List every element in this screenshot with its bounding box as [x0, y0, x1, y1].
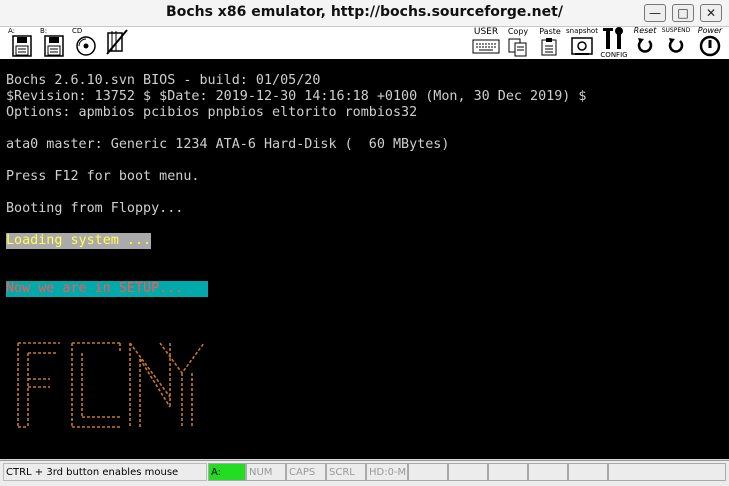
sound-button[interactable]	[102, 27, 132, 59]
status-slot-8	[488, 463, 528, 481]
status-slot-7	[448, 463, 488, 481]
window-title: Bochs x86 emulator, http://bochs.sourcef…	[166, 4, 563, 20]
copy-icon	[508, 38, 527, 57]
power-label: Power	[697, 26, 723, 35]
reset-button[interactable]: Reset	[628, 27, 662, 59]
config-tools-icon	[603, 27, 623, 49]
close-button[interactable]: ✕	[700, 4, 722, 22]
boot-menu-line: Press F12 for boot menu.	[6, 169, 200, 184]
revision-line: $Revision: 13752 $ $Date: 2019-12-30 14:…	[6, 89, 587, 104]
num-lock-indicator: NUM	[246, 463, 286, 481]
reset-icon	[637, 38, 653, 53]
minimize-button[interactable]: —	[644, 4, 666, 22]
paste-label: Paste	[539, 27, 561, 36]
keyboard-icon	[472, 39, 500, 54]
setup-line: Now we are in SETUP...	[6, 281, 209, 297]
floppy-a-button[interactable]: A:	[8, 27, 36, 59]
floppy-a-indicator: A:	[208, 463, 246, 481]
maximize-icon: □	[677, 6, 689, 20]
cdrom-button[interactable]: CD	[72, 27, 100, 59]
user-button[interactable]: USER	[470, 27, 502, 59]
logo-letter-y	[159, 342, 205, 427]
copy-label: Copy	[507, 27, 529, 36]
power-icon	[699, 35, 721, 57]
sound-card-icon	[106, 29, 128, 55]
paste-button[interactable]: Paste	[536, 27, 564, 59]
config-label: CONFIG	[600, 51, 628, 59]
floppy-b-label: B:	[40, 27, 48, 35]
copy-button[interactable]: Copy	[505, 27, 531, 59]
bios-build-line: Bochs 2.6.10.svn BIOS - build: 01/05/20	[6, 73, 321, 88]
ata-line: ata0 master: Generic 1234 ATA-6 Hard-Dis…	[6, 137, 450, 152]
status-slot-6	[408, 463, 448, 481]
caps-lock-indicator: CAPS	[286, 463, 326, 481]
snapshot-icon	[571, 37, 593, 55]
power-button[interactable]: Power	[694, 27, 726, 59]
options-line: Options: apmbios pcibios pnpbios eltorit…	[6, 105, 418, 120]
floppy-a-icon	[12, 35, 32, 57]
config-button[interactable]: CONFIG	[599, 27, 629, 59]
user-label: USER	[473, 27, 499, 37]
snapshot-label: snapshot	[566, 27, 598, 35]
snapshot-button[interactable]: snapshot	[565, 27, 599, 59]
logo-letter-f	[17, 342, 60, 428]
suspend-icon	[668, 38, 684, 53]
suspend-button[interactable]: SUSPEND	[660, 27, 692, 59]
title-bar: Bochs x86 emulator, http://bochs.sourcef…	[0, 0, 729, 27]
mouse-hint: CTRL + 3rd button enables mouse	[3, 463, 207, 481]
ascii-logo	[17, 342, 205, 428]
emulator-display[interactable]: Bochs 2.6.10.svn BIOS - build: 01/05/20 …	[0, 59, 729, 459]
status-slot-10	[568, 463, 608, 481]
cdrom-icon	[76, 36, 96, 56]
paste-icon	[541, 38, 557, 56]
logo-letter-n	[129, 342, 171, 427]
status-slot-9	[528, 463, 568, 481]
booting-line: Booting from Floppy...	[6, 201, 184, 216]
toolbar: A: B: CD USER Copy Paste snapshot CONFIG…	[0, 27, 729, 59]
cdrom-label: CD	[72, 27, 83, 35]
hard-disk-indicator: HD:0-M	[366, 463, 408, 481]
status-bar: CTRL + 3rd button enables mouse A: NUM C…	[0, 460, 729, 486]
floppy-b-icon	[44, 35, 64, 57]
close-icon: ✕	[705, 6, 717, 20]
minimize-icon: —	[649, 6, 661, 20]
reset-label: Reset	[633, 26, 657, 35]
maximize-button[interactable]: □	[672, 4, 694, 22]
floppy-a-label: A:	[8, 27, 16, 35]
scroll-lock-indicator: SCRL	[326, 463, 366, 481]
status-slot-11	[608, 463, 726, 481]
suspend-label: SUSPEND	[661, 27, 691, 34]
loading-system-line: Loading system ...	[6, 233, 152, 249]
floppy-b-button[interactable]: B:	[40, 27, 68, 59]
logo-letter-c	[71, 342, 121, 428]
